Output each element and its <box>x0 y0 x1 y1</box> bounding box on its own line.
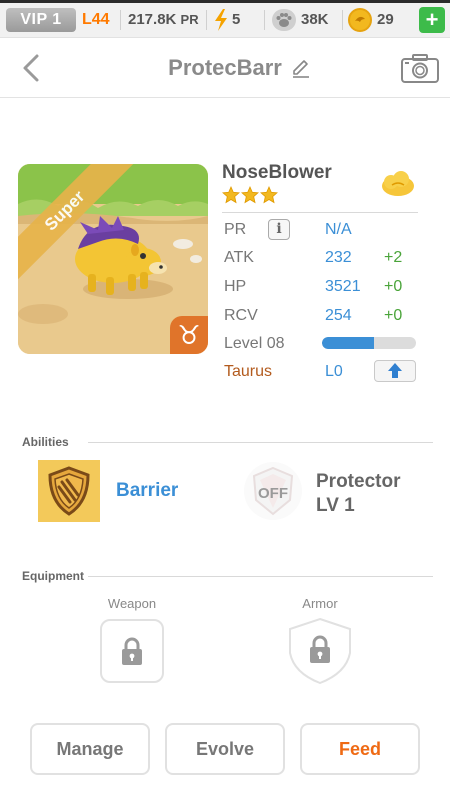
hp-bonus: +0 <box>384 278 403 295</box>
status-divider <box>264 10 265 30</box>
abilities-title: Abilities <box>22 435 69 449</box>
coin-icon <box>348 8 372 32</box>
lock-icon <box>122 637 142 665</box>
zodiac-upgrade-button[interactable] <box>374 360 416 382</box>
player-pr: 217.8K PR <box>128 8 199 32</box>
header: ProtecBarr <box>0 38 450 98</box>
info-divider <box>222 212 418 213</box>
vip-badge[interactable]: VIP 1 <box>6 8 76 32</box>
status-bar: VIP 1 L44 217.8K PR 5 38K 29 + <box>0 0 450 38</box>
atk-value: 232 <box>325 249 352 266</box>
rcv-value: 254 <box>325 307 352 324</box>
abilities-divider <box>88 442 433 443</box>
equipment-title: Equipment <box>22 569 84 583</box>
food-count: 38K <box>301 11 329 28</box>
status-bar-top-line <box>0 0 450 3</box>
zodiac-level: L0 <box>325 363 343 380</box>
hp-label: HP <box>224 278 247 295</box>
add-currency-button[interactable]: + <box>419 7 445 33</box>
lock-icon <box>310 635 330 663</box>
energy-count: 5 <box>232 11 241 28</box>
protector-ability-icon[interactable]: OFF <box>242 460 304 522</box>
protector-level-line: LV 1 <box>316 495 355 516</box>
lightning-icon <box>215 9 227 31</box>
barrier-ability-icon[interactable] <box>38 460 100 522</box>
status-divider <box>342 10 343 30</box>
arrow-up-icon <box>388 363 402 378</box>
info-button[interactable]: i <box>268 219 290 240</box>
player-level: L44 <box>82 11 110 28</box>
weapon-slot-label: Weapon <box>107 596 157 611</box>
paw-icon <box>272 9 296 31</box>
evolve-button[interactable]: Evolve <box>165 723 285 775</box>
pr-label: PR <box>224 221 247 238</box>
page-title: ProtecBarr <box>168 55 282 80</box>
status-divider <box>120 10 121 30</box>
player-pr-value: 217.8K <box>128 11 177 28</box>
protector-ability-name: Protector LV 1 <box>316 470 400 518</box>
pet-portrait[interactable]: Super ♉ <box>18 164 208 354</box>
zodiac-badge-icon: ♉ <box>170 316 208 354</box>
exp-progress-bar <box>322 337 416 349</box>
hp-value: 3521 <box>325 278 361 295</box>
species-name: NoseBlower <box>222 162 332 183</box>
pr-value: N/A <box>325 221 352 238</box>
protector-name-line: Protector <box>316 471 401 492</box>
equipment-divider <box>88 576 433 577</box>
zodiac-name: Taurus <box>224 363 273 380</box>
manage-button[interactable]: Manage <box>30 723 150 775</box>
rcv-bonus: +0 <box>384 307 403 324</box>
rarity-stars-icon <box>222 186 278 204</box>
atk-label: ATK <box>224 249 254 266</box>
armor-slot-label: Armor <box>302 596 338 611</box>
camera-icon[interactable] <box>400 52 440 84</box>
weapon-slot[interactable] <box>100 619 164 683</box>
exp-progress-fill <box>322 337 374 349</box>
player-pr-unit: PR <box>180 12 199 27</box>
feed-button[interactable]: Feed <box>300 723 420 775</box>
ability-off-label: OFF <box>258 485 288 502</box>
level-label: Level 08 <box>224 335 285 352</box>
armor-slot[interactable] <box>288 617 352 685</box>
pencil-icon[interactable] <box>290 57 312 79</box>
element-cloud-icon <box>382 171 414 196</box>
status-divider <box>206 10 207 30</box>
barrier-ability-name[interactable]: Barrier <box>116 480 178 502</box>
atk-bonus: +2 <box>384 249 403 266</box>
coin-count: 29 <box>377 11 394 28</box>
rcv-label: RCV <box>224 307 258 324</box>
